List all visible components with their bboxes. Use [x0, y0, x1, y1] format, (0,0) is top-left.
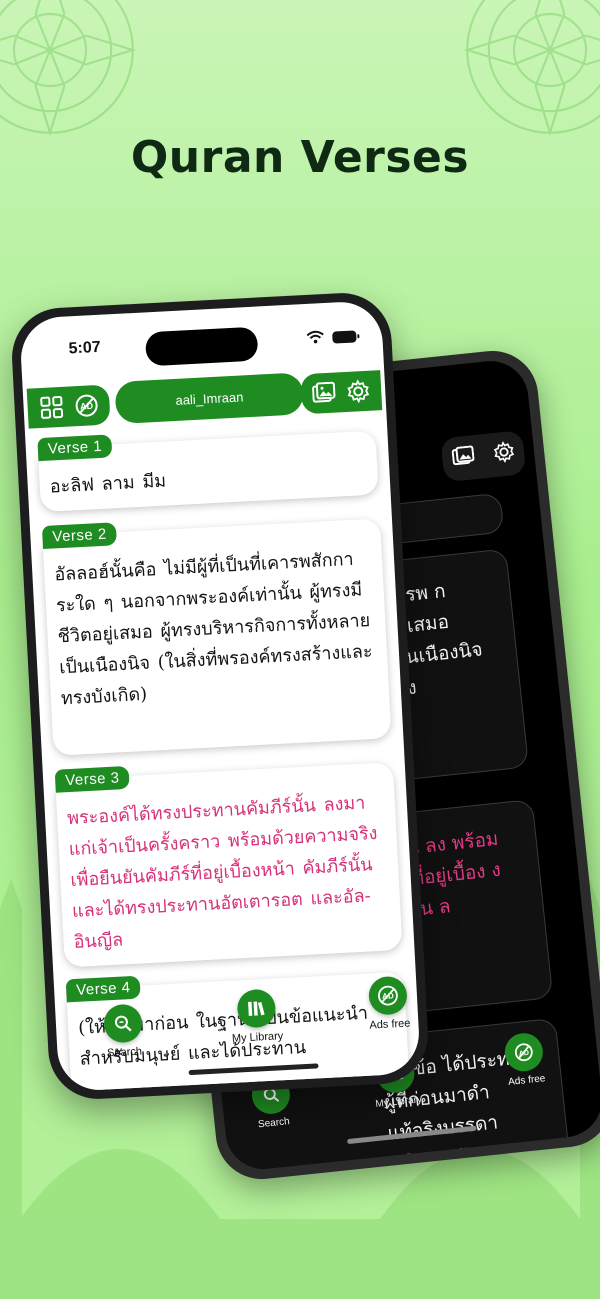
- status-bar: 5:07: [20, 320, 383, 369]
- verse-text: พระองค์ได้ทรงประทานคัมภีร์นั้น ลงมาแก่เจ…: [66, 792, 378, 953]
- verse-label: Verse 1: [37, 434, 113, 462]
- nav-ads-dark[interactable]: AD Ads free: [502, 1031, 546, 1088]
- mandala-ornament: [0, 0, 137, 137]
- nav-search-button[interactable]: Search: [103, 1003, 144, 1060]
- toolbar-right-box: [300, 370, 383, 415]
- nav-search-label-dark: Search: [257, 1116, 291, 1131]
- search-icon: [103, 1003, 143, 1044]
- phone-mockup: 5:07 AD aali_Imraan Verse 1 อะลิฟ ลาม มี…: [9, 290, 431, 1102]
- nav-library-label: My Library: [231, 1030, 284, 1045]
- image-icon[interactable]: [451, 445, 475, 471]
- gear-icon[interactable]: [491, 440, 516, 468]
- status-time: 5:07: [68, 338, 102, 358]
- grid-icon[interactable]: [38, 394, 65, 421]
- svg-text:AD: AD: [382, 991, 394, 1001]
- toolbar-left-box: AD: [26, 384, 111, 429]
- verse-card[interactable]: Verse 2 อัลลอฮ์นั้นคือ ไม่มีผู้ที่เป็นที…: [41, 518, 392, 756]
- verse-label: Verse 2: [41, 522, 118, 550]
- books-icon: [236, 988, 277, 1029]
- verse-label: Verse 3: [54, 765, 131, 793]
- nav-library-button[interactable]: My Library: [229, 988, 284, 1045]
- surah-title-pill[interactable]: aali_Imraan: [114, 372, 305, 425]
- nav-ads-free-button[interactable]: AD Ads free: [367, 975, 411, 1032]
- ad-free-icon[interactable]: AD: [72, 392, 99, 419]
- page-headline: Quran Verses: [130, 132, 470, 183]
- phone-screen: 5:07 AD aali_Imraan Verse 1 อะลิฟ ลาม มี…: [18, 300, 422, 1092]
- nav-ads-free-label: Ads free: [369, 1017, 411, 1032]
- svg-text:AD: AD: [79, 401, 93, 412]
- toolbar: AD aali_Imraan: [23, 368, 387, 431]
- dynamic-island: [144, 326, 259, 367]
- surah-title: aali_Imraan: [175, 388, 244, 408]
- verse-card[interactable]: Verse 3 พระองค์ได้ทรงประทานคัมภีร์นั้น ล…: [54, 762, 403, 968]
- nav-search-label: Search: [106, 1045, 143, 1060]
- verse-text: อัลลอฮ์นั้นคือ ไม่มีผู้ที่เป็นที่เคารพสั…: [53, 548, 374, 710]
- wifi-icon: [306, 328, 325, 348]
- verse-card[interactable]: Verse 1 อะลิฟ ลาม มีม: [37, 430, 379, 513]
- ad-free-icon: AD: [368, 975, 409, 1016]
- status-icons: [306, 326, 357, 348]
- svg-text:AD: AD: [519, 1050, 530, 1058]
- nav-ads-label-dark: Ads free: [507, 1073, 546, 1088]
- gear-icon[interactable]: [345, 378, 372, 405]
- battery-icon: [332, 329, 357, 344]
- toolbar-right-box-dark: [440, 430, 527, 483]
- image-icon[interactable]: [311, 379, 338, 406]
- mandala-ornament: [463, 0, 600, 137]
- nav-library-label-dark: My Library: [374, 1094, 423, 1110]
- ad-free-icon: AD: [502, 1031, 545, 1074]
